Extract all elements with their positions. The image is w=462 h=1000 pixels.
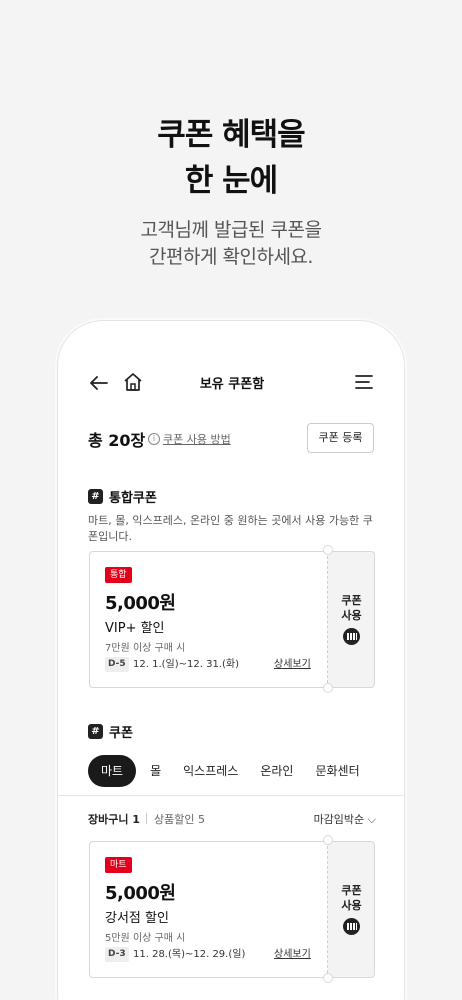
coupon-type-badge: 통합 [105,567,132,583]
sort-dropdown[interactable]: 마감임박순 ⌵ [314,811,376,827]
barcode-icon[interactable] [343,628,360,645]
coupon-total-count: 총 20장 [88,431,146,450]
hero-sub-line2: 간편하게 확인하세요. [149,246,313,268]
dday-badge: D-3 [105,947,129,962]
tab-online[interactable]: 온라인 [250,755,303,787]
coupon-notch [323,835,333,845]
cart-filter[interactable]: 장바구니 1 [88,811,140,827]
top-bar: 보유 쿠폰함 [58,369,404,399]
hero-title-line1: 쿠폰 혜택을 [157,117,305,153]
hero-title-line2: 한 눈에 [184,163,278,199]
integrated-coupon-card[interactable]: 통합 5,000원 VIP+ 할인 7만원 이상 구매 시 D-5 12. 1.… [89,545,375,693]
coupon-heading-label: 쿠폰 [109,726,133,741]
coupon-section-heading: # 쿠폰 [88,722,133,741]
coupon-notch [323,683,333,693]
page-title: 보유 쿠폰함 [199,377,265,392]
menu-icon[interactable] [354,372,374,392]
coupon-period: 12. 1.(일)~12. 31.(화) [133,659,239,670]
coupon-name: VIP+ 할인 [105,621,165,636]
hash-icon: # [88,724,103,739]
phone-frame: 보유 쿠폰함 총 20장 i 쿠폰 사용 방법 쿠폰 등록 # 통합쿠폰 마트,… [57,320,405,1000]
coupon-condition: 7만원 이상 구매 시 [105,643,186,654]
use-coupon-label[interactable]: 쿠폰 사용 [328,883,375,913]
filter-row: 장바구니 1 상품할인 5 마감임박순 ⌵ [88,811,376,827]
hero-title: 쿠폰 혜택을 한 눈에 [0,112,462,204]
app-screen: 보유 쿠폰함 총 20장 i 쿠폰 사용 방법 쿠폰 등록 # 통합쿠폰 마트,… [58,321,404,1000]
hash-icon: # [88,489,103,504]
coupon-notch [323,545,333,555]
use-label-line2: 사용 [341,609,362,622]
howto-label: 쿠폰 사용 방법 [163,433,231,446]
howto-link[interactable]: i 쿠폰 사용 방법 [148,431,231,447]
tab-express[interactable]: 익스프레스 [173,755,248,787]
coupon-condition: 5만원 이상 구매 시 [105,933,186,944]
coupon-notch [323,973,333,983]
coupon-type-badge: 마트 [105,857,132,873]
discount-filter[interactable]: 상품할인 5 [154,811,205,827]
integrated-heading-label: 통합쿠폰 [109,491,157,506]
tab-culture-center[interactable]: 문화센터 [305,755,369,787]
use-label-line1: 쿠폰 [341,594,362,607]
register-coupon-button[interactable]: 쿠폰 등록 [307,423,374,453]
coupon-name: 강서점 할인 [105,911,169,926]
tab-mall[interactable]: 몰 [140,755,171,787]
mart-coupon-card[interactable]: 마트 5,000원 강서점 할인 5만원 이상 구매 시 D-3 11. 28.… [89,835,375,983]
filter-separator [146,813,147,824]
integrated-section-heading: # 통합쿠폰 [88,487,157,506]
use-label-line2: 사용 [341,899,362,912]
use-label-line1: 쿠폰 [341,884,362,897]
divider [58,795,404,796]
integrated-description: 마트, 몰, 익스프레스, 온라인 중 원하는 곳에서 사용 가능한 쿠폰입니다… [88,514,373,543]
use-coupon-label[interactable]: 쿠폰 사용 [328,593,375,623]
tab-mart[interactable]: 마트 [88,755,137,787]
coupon-amount: 5,000원 [105,593,176,614]
coupon-category-tabs: 마트 몰 익스프레스 온라인 문화센터 [88,755,404,787]
coupon-period: 11. 28.(목)~12. 29.(일) [133,949,246,960]
barcode-icon[interactable] [343,918,360,935]
coupon-amount: 5,000원 [105,883,176,904]
coupon-detail-link[interactable]: 상세보기 [274,947,311,962]
hero-sub-line1: 고객님께 발급된 쿠폰을 [140,219,322,241]
hero-subtitle: 고객님께 발급된 쿠폰을 간편하게 확인하세요. [0,217,462,271]
info-icon: i [148,433,160,445]
dday-badge: D-5 [105,657,129,672]
coupon-detail-link[interactable]: 상세보기 [274,657,311,672]
